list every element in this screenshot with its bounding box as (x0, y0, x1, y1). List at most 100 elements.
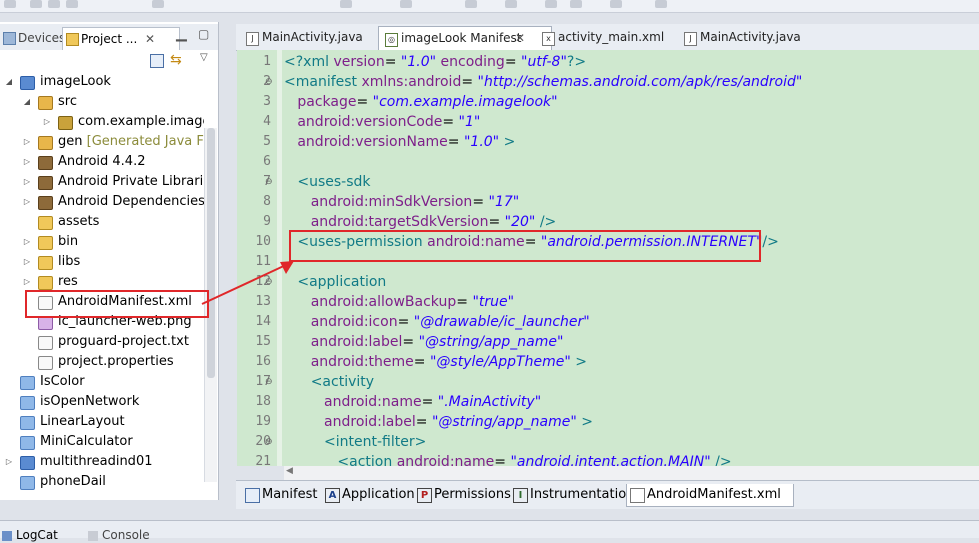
fold-toggle-icon[interactable]: ⊖ (265, 72, 275, 92)
expand-arrow-icon[interactable]: ▷ (4, 452, 14, 472)
project-icon (20, 476, 35, 490)
tree-item-label: Android Dependencies (58, 194, 204, 209)
expand-arrow-icon[interactable]: ▷ (22, 132, 32, 152)
pin-icon[interactable] (655, 0, 667, 8)
folder-icon (38, 216, 53, 230)
folder-icon (38, 276, 53, 290)
code-token-attr: android:theme (284, 354, 414, 370)
scroll-left-icon[interactable]: ◀ (286, 466, 293, 476)
expand-arrow-icon[interactable]: ▷ (22, 232, 32, 252)
source-folder-icon (38, 96, 53, 110)
code-token-tag: > (576, 414, 593, 430)
permissions-icon: P (417, 488, 432, 503)
view-menu-icon[interactable]: ▽ (200, 52, 208, 63)
tree-toolbar: ⇆ ▽ (0, 50, 218, 72)
expand-arrow-icon[interactable]: ▷ (22, 192, 32, 212)
print-icon[interactable] (66, 0, 78, 8)
line-number: 10 (255, 234, 271, 249)
toolbar-button[interactable] (4, 0, 16, 8)
tab-mainactivity-java[interactable]: J MainActivity.java (240, 26, 392, 49)
run-icon[interactable] (152, 0, 164, 8)
search-icon[interactable] (465, 0, 477, 8)
left-panel-tabbar: Devices Project ... ✕ ▁ ▢ (0, 24, 218, 51)
tree-item-label: imageLook (40, 74, 111, 89)
code-line: android:minSdkVersion= "17" (284, 192, 520, 212)
editor-horizontal-scrollbar[interactable]: ◀ (284, 466, 979, 480)
code-line: android:versionName= "1.0" > (284, 132, 515, 152)
code-token-val: "@style/AppTheme" (429, 354, 571, 370)
xml-file-icon (630, 488, 645, 503)
expand-arrow-icon[interactable]: ▷ (22, 172, 32, 192)
tree-item-label: IsColor (40, 374, 85, 389)
minimize-icon[interactable]: ▁ (176, 26, 187, 42)
collapse-all-icon[interactable] (150, 54, 164, 68)
tab-instrumentation[interactable]: I Instrumentation (510, 484, 644, 506)
close-icon[interactable]: ✕ (515, 27, 525, 50)
code-token-eq: = (488, 214, 505, 230)
new-icon[interactable] (400, 0, 412, 8)
code-token-val: "http://schemas.android.com/apk/res/andr… (477, 74, 803, 90)
tab-androidmanifest-xml[interactable]: AndroidManifest.xml (626, 484, 794, 507)
save-all-icon[interactable] (48, 0, 60, 8)
expand-arrow-icon[interactable]: ▷ (22, 152, 32, 172)
code-token-tag: <activity (284, 374, 375, 390)
tab-label: Devices (18, 31, 66, 45)
tree-item-label: Android 4.4.2 (58, 154, 146, 169)
xml-file-icon: x (542, 32, 555, 46)
collapse-arrow-icon[interactable]: ◢ (4, 72, 14, 92)
expand-arrow-icon[interactable]: ▷ (22, 252, 32, 272)
tab-project-explorer[interactable]: Project ... ✕ (62, 27, 180, 50)
highlight-box-permission (289, 230, 761, 262)
code-token-tag: /> (535, 214, 557, 230)
code-line: <manifest xmlns:android= "http://schemas… (284, 72, 802, 92)
back-icon[interactable] (545, 0, 557, 8)
line-number: 19 (255, 414, 271, 429)
tab-label: Console (102, 528, 150, 542)
code-token-tag: ?> (566, 54, 587, 70)
code-line: android:allowBackup= "true" (284, 292, 514, 312)
code-line: android:label= "@string/app_name" (284, 332, 564, 352)
code-token-attr: xmlns:android (361, 74, 462, 90)
tab-imagelook-manifest[interactable]: ◎ imageLook Manifest ✕ (378, 26, 552, 50)
line-number: 6 (263, 154, 271, 169)
history-icon[interactable] (610, 0, 622, 8)
close-icon[interactable]: ✕ (145, 28, 155, 50)
save-icon[interactable] (30, 0, 42, 8)
code-token-attr: android:icon (284, 314, 398, 330)
tab-activity-main-xml[interactable]: x activity_main.xml (536, 26, 688, 49)
forward-icon[interactable] (570, 0, 582, 8)
maximize-icon[interactable]: ▢ (198, 27, 209, 41)
code-token-attr: encoding (436, 54, 505, 70)
android-project-icon (20, 76, 35, 90)
folder-icon (38, 236, 53, 250)
library-icon (38, 176, 53, 190)
tree-item-decoration: [Generated Java File (86, 134, 204, 149)
link-with-editor-icon[interactable]: ⇆ (170, 53, 184, 67)
code-line: <?xml version= "1.0" encoding= "utf-8"?> (284, 52, 586, 72)
code-line: android:versionCode= "1" (284, 112, 480, 132)
next-annotation-icon[interactable] (505, 0, 517, 8)
tab-console[interactable]: Console (88, 527, 150, 542)
tree-item-label: assets (58, 214, 100, 229)
tree-item-label: com.example.imagelc (78, 114, 204, 129)
line-number: 21 (255, 454, 271, 469)
project-icon (20, 416, 35, 430)
expand-arrow-icon[interactable]: ▷ (42, 112, 52, 132)
code-token-eq: = (413, 354, 430, 370)
tab-mainactivity-java-2[interactable]: J MainActivity.java (678, 26, 830, 49)
fold-toggle-icon[interactable]: ⊖ (265, 172, 275, 192)
code-token-tag: > (570, 354, 587, 370)
tree-item-label: res (58, 274, 78, 289)
tab-label: imageLook Manifest (401, 31, 522, 45)
tab-label: Project ... (81, 32, 138, 46)
tree-item-label: Android Private Libraries (58, 174, 204, 189)
debug-icon[interactable] (340, 0, 352, 8)
tab-logcat[interactable]: LogCat (2, 527, 58, 542)
collapse-arrow-icon[interactable]: ◢ (22, 92, 32, 112)
expand-arrow-icon[interactable]: ▷ (22, 272, 32, 292)
fold-toggle-icon[interactable]: ⊖ (265, 372, 275, 392)
tab-label: Permissions (434, 487, 511, 502)
line-number: 16 (255, 354, 271, 369)
tab-label: activity_main.xml (558, 30, 665, 44)
fold-toggle-icon[interactable]: ⊖ (265, 432, 275, 452)
